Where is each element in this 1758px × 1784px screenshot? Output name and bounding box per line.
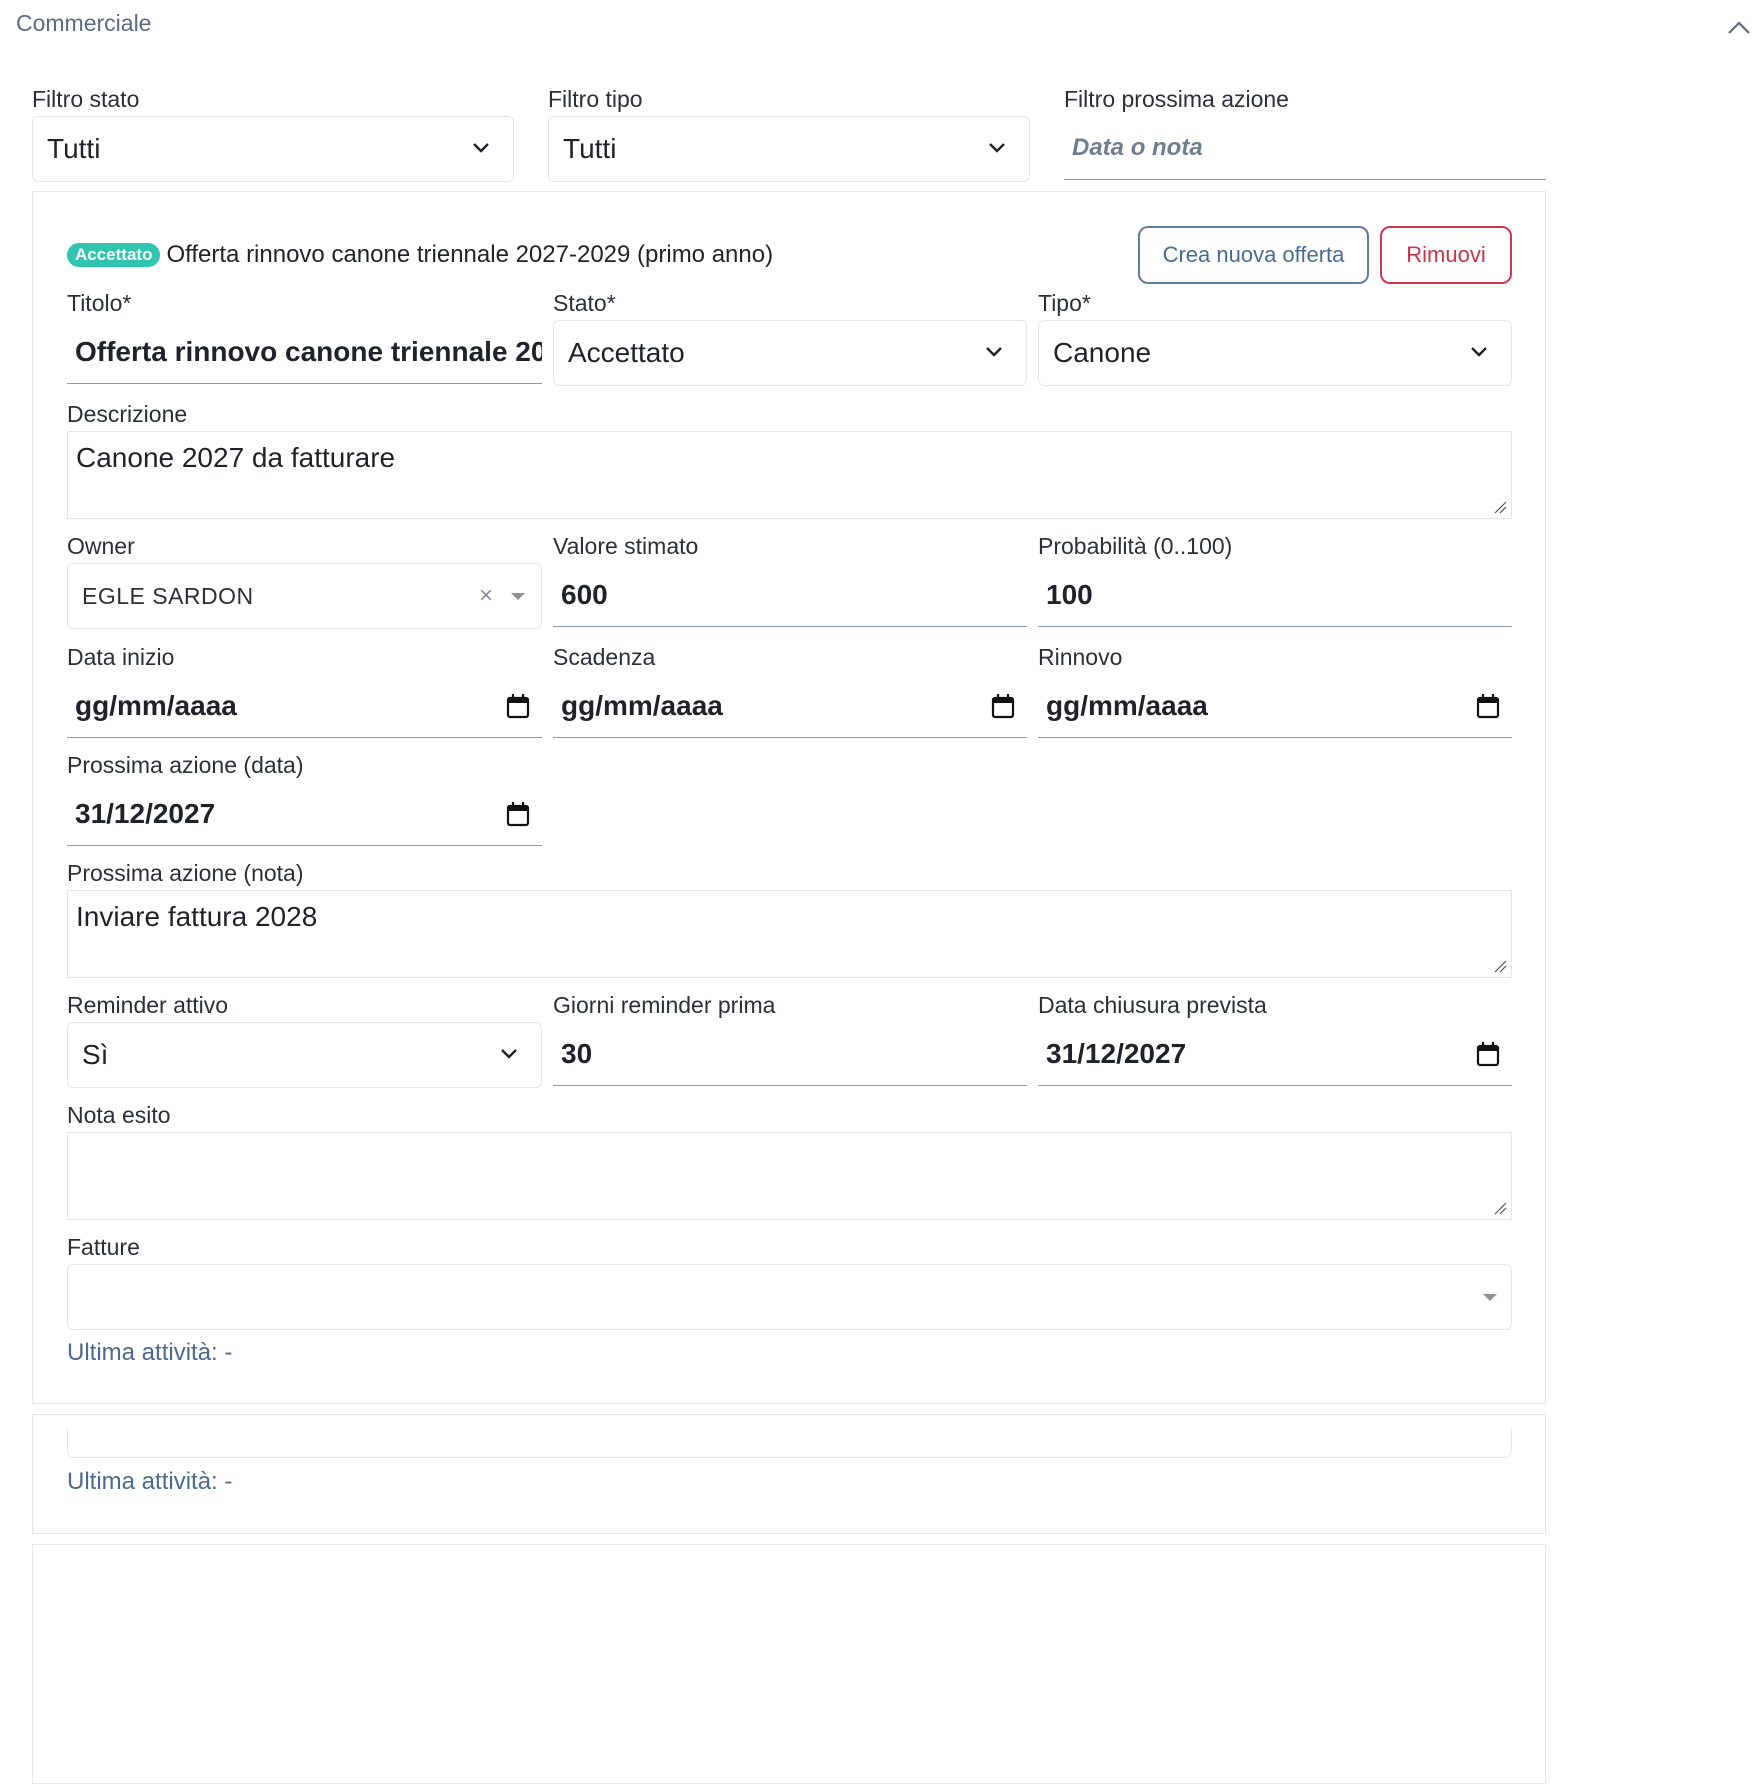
probabilita-label: Probabilità (0..100) [1038, 533, 1233, 559]
probabilita-value: 100 [1046, 578, 1093, 610]
tipo-label: Tipo* [1038, 290, 1091, 316]
prossima-azione-nota-label: Prossima azione (nota) [67, 860, 304, 886]
resize-grip-icon[interactable] [1493, 1201, 1507, 1215]
valore-stimato-value: 600 [561, 578, 608, 610]
nota-esito-textarea[interactable] [67, 1132, 1512, 1220]
data-inizio-input[interactable]: gg/mm/aaaa [67, 674, 542, 738]
chevron-down-icon [1471, 347, 1487, 357]
chevron-down-icon [986, 347, 1002, 357]
scadenza-value: gg/mm/aaaa [561, 689, 723, 721]
caret-down-icon[interactable] [511, 593, 525, 600]
filter-tipo-value: Tutti [563, 133, 617, 164]
reminder-attivo-select[interactable]: Sì [67, 1022, 542, 1088]
titolo-input[interactable]: Offerta rinnovo canone triennale 2027 [67, 320, 542, 384]
probabilita-input[interactable]: 100 [1038, 563, 1512, 627]
reminder-attivo-value: Sì [82, 1039, 109, 1070]
section-title: Commerciale [16, 10, 152, 36]
offer-heading-row: Accettato Offerta rinnovo canone trienna… [67, 241, 773, 269]
data-chiusura-label: Data chiusura prevista [1038, 992, 1267, 1018]
tipo-select[interactable]: Canone [1038, 320, 1512, 386]
rinnovo-input[interactable]: gg/mm/aaaa [1038, 674, 1512, 738]
prossima-azione-nota-value: Inviare fattura 2028 [76, 901, 318, 932]
prossima-azione-data-value: 31/12/2027 [75, 797, 216, 829]
prossima-azione-data-label: Prossima azione (data) [67, 752, 304, 778]
rinnovo-label: Rinnovo [1038, 644, 1123, 670]
filter-stato-select[interactable]: Tutti [32, 116, 514, 182]
owner-value: EGLE SARDON [82, 582, 254, 609]
owner-label: Owner [67, 533, 135, 559]
resize-grip-icon[interactable] [1493, 500, 1507, 514]
titolo-value: Offerta rinnovo canone triennale 2027 [75, 335, 542, 367]
calendar-icon[interactable] [991, 693, 1015, 719]
calendar-icon[interactable] [1476, 1041, 1500, 1067]
filter-prossima-azione-input[interactable]: Data o nota [1064, 116, 1546, 180]
filter-tipo-select[interactable]: Tutti [548, 116, 1030, 182]
calendar-icon[interactable] [1476, 693, 1500, 719]
collapsed-field [67, 1428, 1512, 1458]
create-offer-button[interactable]: Crea nuova offerta [1138, 226, 1369, 284]
filter-stato-value: Tutti [47, 133, 101, 164]
owner-select[interactable]: EGLE SARDON × [67, 563, 542, 629]
descrizione-value: Canone 2027 da fatturare [76, 442, 396, 473]
nota-esito-label: Nota esito [67, 1102, 171, 1128]
descrizione-textarea[interactable]: Canone 2027 da fatturare [67, 431, 1512, 519]
clear-icon[interactable]: × [479, 584, 493, 608]
descrizione-label: Descrizione [67, 401, 188, 427]
caret-down-icon[interactable] [1483, 1294, 1497, 1301]
remove-button[interactable]: Rimuovi [1380, 226, 1512, 284]
chevron-down-icon [473, 143, 489, 153]
valore-stimato-input[interactable]: 600 [553, 563, 1027, 627]
giorni-reminder-label: Giorni reminder prima [553, 992, 776, 1018]
offer-card-3 [32, 1544, 1546, 1784]
filter-prossima-azione-placeholder: Data o nota [1072, 133, 1203, 161]
stato-select[interactable]: Accettato [553, 320, 1027, 386]
data-inizio-value: gg/mm/aaaa [75, 689, 237, 721]
rinnovo-value: gg/mm/aaaa [1046, 689, 1208, 721]
titolo-label: Titolo* [67, 290, 132, 316]
status-badge: Accettato [67, 243, 161, 267]
scadenza-input[interactable]: gg/mm/aaaa [553, 674, 1027, 738]
calendar-icon[interactable] [506, 801, 530, 827]
valore-stimato-label: Valore stimato [553, 533, 699, 559]
reminder-attivo-label: Reminder attivo [67, 992, 229, 1018]
data-inizio-label: Data inizio [67, 644, 175, 670]
filter-tipo-label: Filtro tipo [548, 86, 643, 112]
stato-value: Accettato [568, 337, 685, 368]
giorni-reminder-input[interactable]: 30 [553, 1022, 1027, 1086]
tipo-value: Canone [1053, 337, 1152, 368]
chevron-down-icon [501, 1049, 517, 1059]
data-chiusura-input[interactable]: 31/12/2027 [1038, 1022, 1512, 1086]
data-chiusura-value: 31/12/2027 [1046, 1037, 1187, 1069]
filter-stato-label: Filtro stato [32, 86, 140, 112]
filter-prossima-azione-label: Filtro prossima azione [1064, 86, 1289, 112]
ultima-attivita-2: Ultima attività: - [67, 1468, 233, 1495]
fatture-label: Fatture [67, 1234, 140, 1260]
prossima-azione-nota-textarea[interactable]: Inviare fattura 2028 [67, 890, 1512, 978]
scadenza-label: Scadenza [553, 644, 656, 670]
stato-label: Stato* [553, 290, 616, 316]
offer-heading: Offerta rinnovo canone triennale 2027-20… [166, 241, 774, 268]
calendar-icon[interactable] [506, 693, 530, 719]
fatture-select[interactable] [67, 1264, 1512, 1330]
ultima-attivita: Ultima attività: - [67, 1339, 233, 1366]
giorni-reminder-value: 30 [561, 1037, 593, 1069]
chevron-up-icon[interactable] [1726, 18, 1752, 36]
chevron-down-icon [989, 143, 1005, 153]
prossima-azione-data-input[interactable]: 31/12/2027 [67, 782, 542, 846]
resize-grip-icon[interactable] [1493, 959, 1507, 973]
